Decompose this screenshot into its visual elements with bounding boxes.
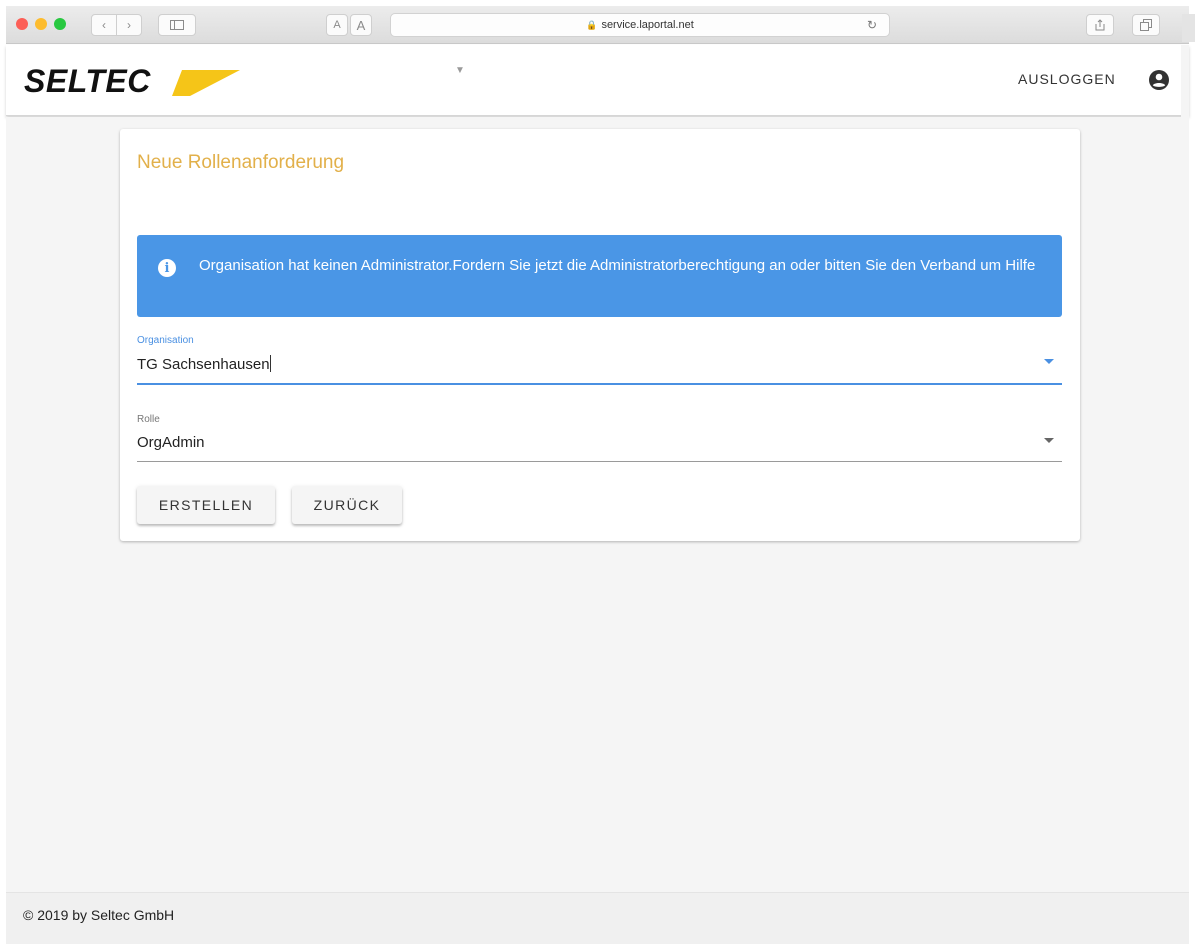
organisation-label: Organisation [137,335,194,346]
role-request-card: Neue Rollenanforderung i Organisation ha… [120,129,1080,541]
alert-message: Organisation hat keinen Administrator.Fo… [199,257,1036,274]
zoom-window-button[interactable] [54,18,66,30]
chevron-left-icon: ‹ [102,18,106,32]
page-scrollbar[interactable] [1181,45,1189,892]
organisation-value: TG Sachsenhausen [137,356,270,373]
reload-icon[interactable]: ↻ [867,18,877,32]
share-button[interactable] [1086,14,1114,36]
main-content: Neue Rollenanforderung i Organisation ha… [6,117,1189,892]
tab-overview-button[interactable] [1132,14,1160,36]
dropdown-arrow-icon[interactable] [1044,359,1054,364]
close-window-button[interactable] [16,18,28,30]
back-button[interactable]: ZURÜCK [292,486,402,524]
text-cursor [269,355,271,372]
create-button[interactable]: ERSTELLEN [137,486,275,524]
page-title: Neue Rollenanforderung [137,152,345,173]
dropdown-arrow-icon[interactable] [1044,438,1054,443]
account-circle-icon[interactable] [1148,69,1170,91]
role-select[interactable]: Rolle OrgAdmin [137,414,1062,462]
organisation-select[interactable]: Organisation TG Sachsenhausen [137,335,1062,385]
logo-text: SELTEC [24,63,151,99]
sidebar-toggle-button[interactable] [158,14,196,36]
app-header: SELTEC ▼ AUSLOGGEN [6,45,1189,116]
organisation-input[interactable]: TG Sachsenhausen [137,355,271,373]
chevron-down-icon[interactable]: ▼ [455,65,465,76]
back-button[interactable]: ‹ [91,14,117,36]
logout-button[interactable]: AUSLOGGEN [1018,71,1116,87]
copyright-text: © 2019 by Seltec GmbH [23,907,175,923]
info-icon: i [158,259,176,277]
tabs-icon [1140,19,1152,31]
decrease-font-button[interactable]: A [326,14,348,36]
forward-button[interactable]: › [116,14,142,36]
browser-toolbar: ‹ › A A 🔒 service.laportal.net ↻ [6,6,1195,44]
sidebar-icon [170,20,184,30]
chevron-right-icon: › [127,18,131,32]
logo-swoosh-icon [172,70,240,96]
toolbar-edge [1182,14,1195,42]
share-icon [1095,19,1105,31]
footer: © 2019 by Seltec GmbH [6,892,1189,944]
minimize-window-button[interactable] [35,18,47,30]
info-alert: i Organisation hat keinen Administrator.… [137,235,1062,317]
address-bar[interactable]: 🔒 service.laportal.net ↻ [390,13,890,37]
increase-font-button[interactable]: A [350,14,372,36]
role-label: Rolle [137,414,160,425]
role-value: OrgAdmin [137,434,205,451]
url-text: service.laportal.net [601,19,694,31]
lock-icon: 🔒 [586,19,598,30]
